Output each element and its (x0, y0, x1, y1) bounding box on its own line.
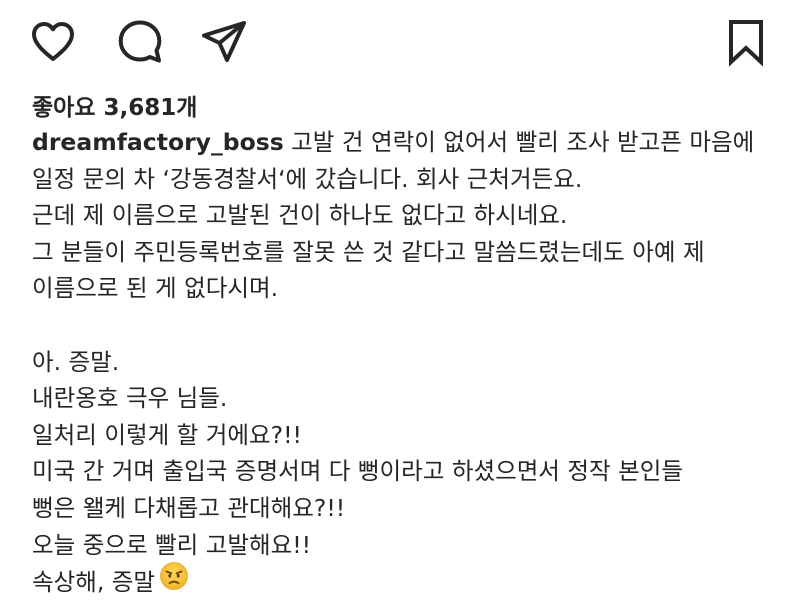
paper-plane-icon (202, 21, 246, 62)
post-caption: dreamfactory_boss 고발 건 연락이 없어서 빨리 조사 받고픈… (32, 124, 777, 600)
caption-line-last: 속상해, 증말 (32, 561, 777, 602)
heart-icon (32, 22, 74, 61)
caption-line: 그 분들이 주민등록번호를 잘못 쓴 것 같다고 말씀드렸는데도 아예 제 (32, 237, 705, 266)
caption-line: 근데 제 이름으로 고발된 건이 하나도 없다고 하시네요. (32, 201, 568, 230)
save-button[interactable] (720, 16, 772, 68)
caption-line: 뻥은 왤케 다채롭고 관대해요?!! (32, 493, 346, 522)
caption-line: 이름으로 된 게 없다시며. (32, 274, 279, 303)
like-button[interactable] (27, 16, 79, 68)
post-action-bar (0, 0, 800, 84)
caption-username[interactable]: dreamfactory_boss (32, 128, 284, 156)
bookmark-icon (729, 20, 763, 67)
caption-line: 내란옹호 극우 님들. (32, 384, 228, 413)
caption-line: 일처리 이렇게 할 거에요?!! (32, 420, 302, 449)
caption-line-first: dreamfactory_boss 고발 건 연락이 없어서 빨리 조사 받고픈… (32, 124, 777, 161)
likes-count[interactable]: 좋아요 3,681개 (32, 88, 197, 122)
share-button[interactable] (198, 16, 250, 68)
angry-face-emoji-icon (159, 561, 189, 602)
comment-icon (118, 20, 162, 63)
caption-first-line-text: 고발 건 연락이 없어서 빨리 조사 받고픈 마음에 (283, 128, 755, 156)
caption-line: 아. 증말. (32, 347, 120, 376)
caption-line: 오늘 중으로 빨리 고발해요!! (32, 530, 312, 559)
caption-line: 일정 문의 차 ‘강동경찰서‘에 갔습니다. 회사 근처거든요. (32, 164, 583, 193)
caption-last-line-text: 속상해, 증말 (32, 567, 156, 596)
comment-button[interactable] (114, 16, 166, 68)
caption-line: 미국 간 거며 출입국 증명서며 다 뻥이라고 하셨으면서 정작 본인들 (32, 457, 683, 486)
